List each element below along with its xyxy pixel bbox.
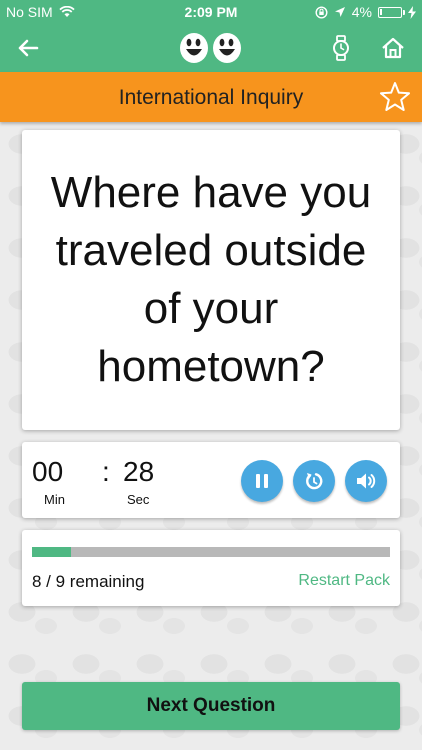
location-icon [334,7,345,17]
nav-bar [0,24,422,72]
question-text: Where have you traveled outside of your … [50,168,372,391]
battery-fill [380,8,382,15]
battery-percent: 4% [351,4,372,20]
pause-icon [256,474,268,488]
watch-icon [333,35,349,61]
star-outline-icon[interactable] [378,80,412,114]
status-right: 4% [315,4,416,20]
volume-button[interactable] [345,460,387,502]
remaining-count: 8 / 9 remaining [32,572,145,591]
timer-seconds: 28 [123,456,155,487]
next-question-button[interactable]: Next Question [22,682,400,730]
progress-fill [32,547,72,557]
battery-icon [378,6,405,18]
restart-icon [306,473,323,490]
charging-bolt-icon [408,5,416,19]
progress-track [32,547,390,557]
pause-button[interactable] [241,460,283,502]
back-button[interactable] [10,30,46,66]
category-header: International Inquiry [0,72,422,122]
restart-timer-button[interactable] [293,460,335,502]
timer-minutes-label: Min [44,492,65,507]
category-title: International Inquiry [118,86,304,109]
restart-pack-link[interactable]: Restart Pack [298,572,390,590]
back-arrow-icon [18,39,39,57]
progress-card: 8 / 9 remaining Restart Pack [22,530,400,606]
home-icon [382,37,404,59]
timer-separator: : [102,456,110,487]
orientation-lock-icon [315,5,328,19]
timer-card: 00 Min : 28 Sec [22,442,400,518]
status-bar: No SIM 2:09 PM 4% [0,0,422,24]
smiley-logo [180,33,241,63]
timer-seconds-label: Sec [127,492,150,507]
timer-minutes: 00 [32,456,64,487]
volume-icon [357,473,376,489]
home-button[interactable] [375,30,411,66]
watch-button[interactable] [323,30,359,66]
question-card: Where have you traveled outside of your … [22,130,400,430]
